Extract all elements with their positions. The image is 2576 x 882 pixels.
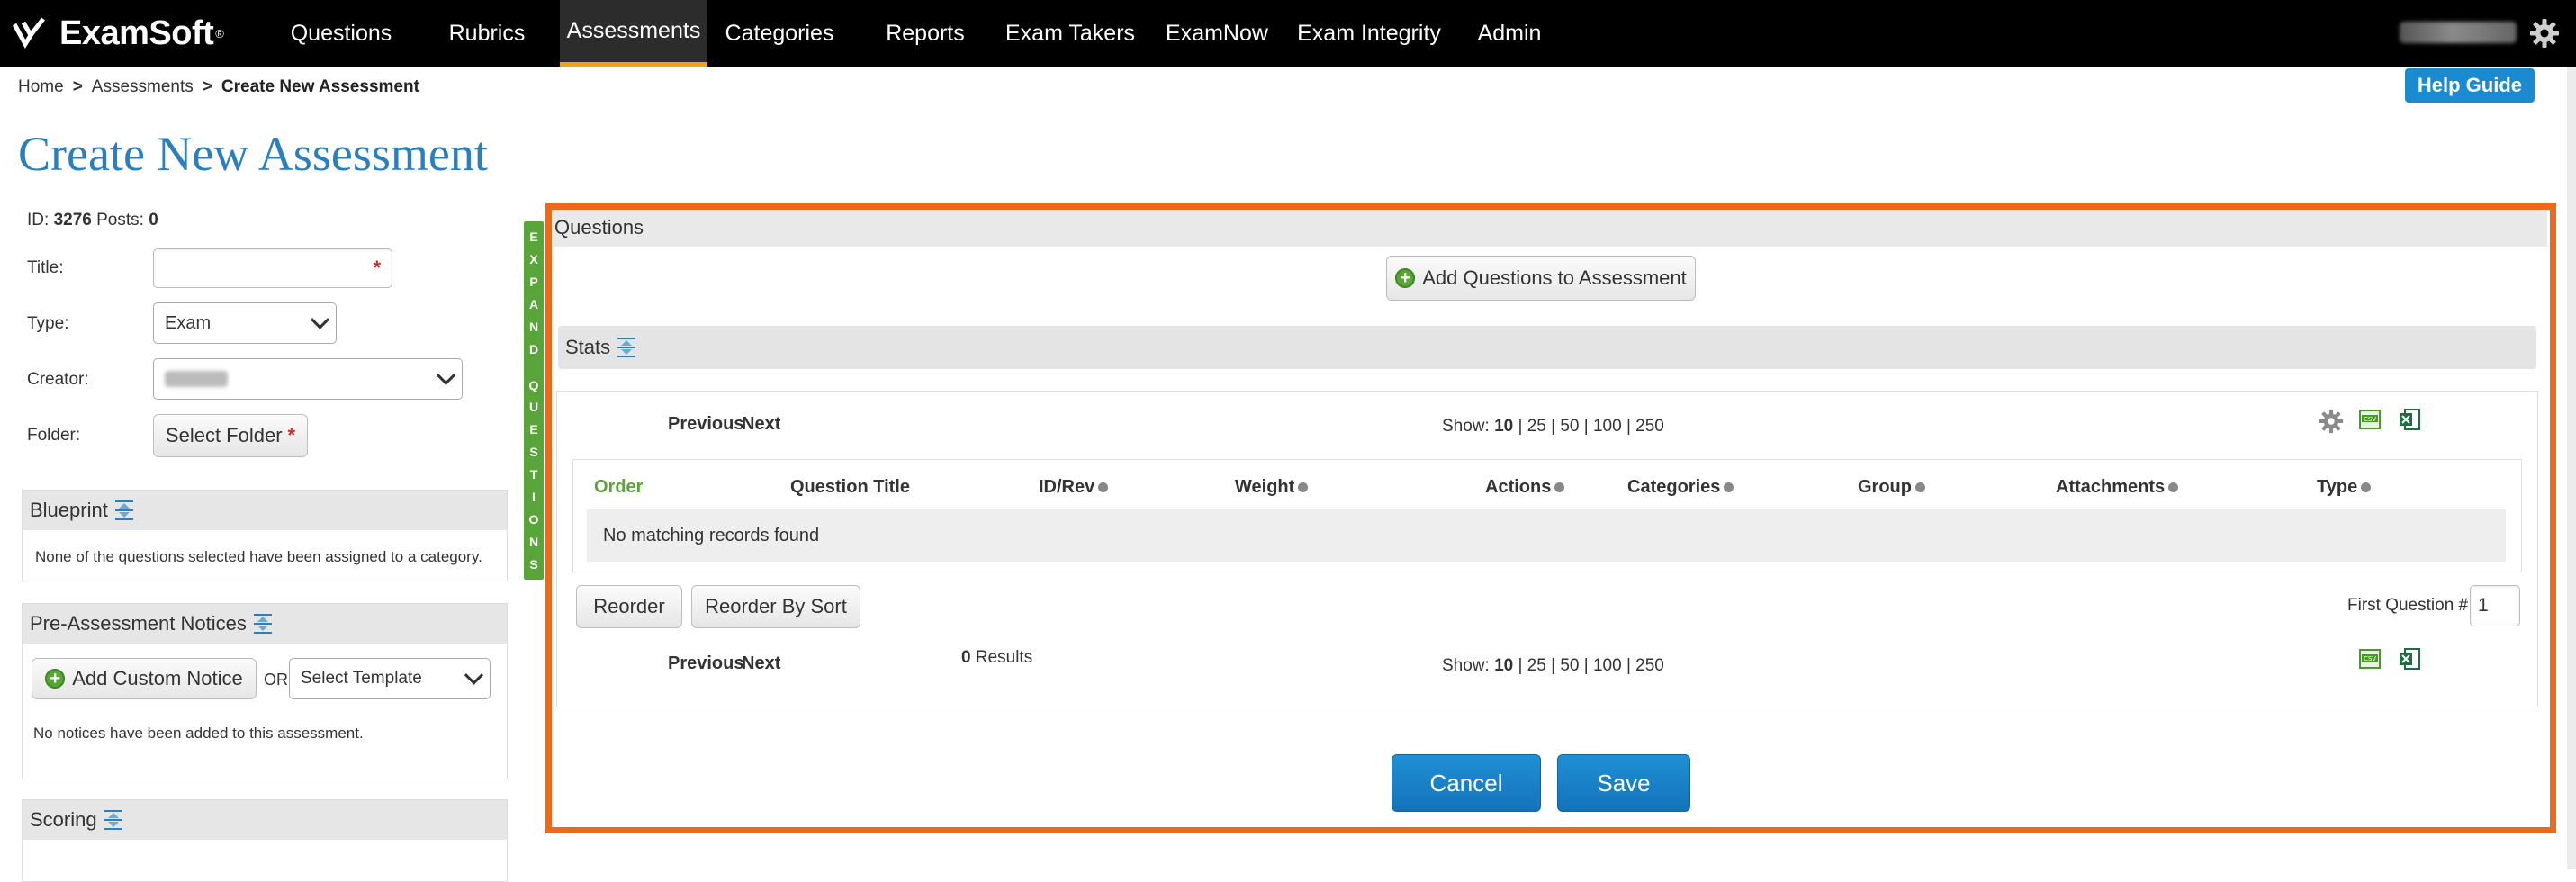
logo-check-icon [13,17,45,49]
nav-admin[interactable]: Admin [1471,0,1548,67]
pre-assessment-notices-panel: Pre-Assessment Notices + Add Custom Noti… [22,603,508,779]
select-template-dropdown[interactable]: Select Template [289,658,491,699]
breadcrumb-home[interactable]: Home [18,77,64,97]
or-label: OR [264,670,288,688]
add-custom-notice-button[interactable]: + Add Custom Notice [32,658,257,699]
breadcrumb-assessments[interactable]: Assessments [92,77,194,97]
notices-header[interactable]: Pre-Assessment Notices [23,604,507,644]
blueprint-message: None of the questions selected have been… [35,548,482,565]
nav-reports[interactable]: Reports [878,0,972,67]
strip-letter: Q [528,377,539,392]
chevron-down-icon [436,365,456,385]
required-star: * [287,424,296,446]
logo-text: ExamSoft [59,14,214,52]
blueprint-header[interactable]: Blueprint [23,490,507,530]
creator-name-blurred [165,371,228,387]
strip-letter: D [528,341,539,356]
required-star: * [373,256,381,279]
nav-exam-integrity[interactable]: Exam Integrity [1293,0,1446,67]
blueprint-panel: Blueprint None of the questions selected… [22,490,508,581]
chevron-down-icon [464,665,484,685]
creator-select[interactable] [153,358,463,400]
breadcrumb-separator: > [72,77,83,96]
folder-label: Folder: [27,426,81,445]
posts-value: 0 [149,211,158,230]
strip-letter: S [529,445,538,460]
strip-letter: O [528,512,539,527]
add-custom-notice-label: Add Custom Notice [72,667,243,689]
nav-questions[interactable]: Questions [284,0,398,67]
id-label: ID: [27,211,50,230]
page-right-edge [2567,67,2576,869]
nav-categories[interactable]: Categories [724,0,835,67]
template-select-value: Select Template [301,669,422,688]
select-folder-label: Select Folder [165,424,283,446]
collapse-icon[interactable] [113,500,135,520]
scoring-panel: Scoring [22,799,508,882]
nav-assessments[interactable]: Assessments [560,0,707,67]
collapse-icon[interactable] [252,614,274,634]
strip-letter: S [529,557,538,572]
scoring-header[interactable]: Scoring [23,800,507,840]
nav-examnow[interactable]: ExamNow [1165,0,1269,67]
type-select-value: Exam [165,312,212,333]
type-label: Type: [27,314,69,333]
strip-letter: P [529,274,538,289]
posts-label: Posts: [96,211,144,230]
strip-letter: U [528,400,539,415]
creator-label: Creator: [27,370,89,389]
blueprint-title: Blueprint [30,499,108,521]
strip-letter: A [528,296,539,311]
breadcrumb: Home > Assessments > Create New Assessme… [18,77,419,97]
notices-message: No notices have been added to this asses… [33,724,364,742]
strip-letter: I [532,490,536,505]
logo-trademark: ® [215,26,224,40]
id-value: 3276 [53,211,92,230]
help-guide-button[interactable]: Help Guide [2404,68,2535,103]
collapse-icon[interactable] [103,810,124,830]
strip-letter: E [529,422,538,437]
highlight-frame [545,203,2556,833]
notices-title: Pre-Assessment Notices [30,612,247,634]
strip-letter: N [528,319,539,334]
examsoft-logo[interactable]: ExamSoft ® [13,11,224,56]
nav-rubrics[interactable]: Rubrics [439,0,535,67]
gear-icon[interactable] [2529,18,2560,49]
page-title: Create New Assessment [18,127,488,181]
title-label: Title: [27,258,64,277]
id-posts-info: ID: 3276 Posts: 0 [27,211,158,230]
scoring-title: Scoring [30,808,97,831]
select-folder-button[interactable]: Select Folder * [153,414,308,457]
nav-exam-takers[interactable]: Exam Takers [1003,0,1138,67]
breadcrumb-separator: > [202,77,212,96]
user-name-blurred[interactable] [2400,22,2517,43]
plus-circle-icon: + [45,669,66,688]
strip-letter: E [529,229,538,244]
strip-letter: X [529,251,538,266]
chevron-down-icon [310,310,330,329]
title-input[interactable]: * [153,248,392,288]
strip-letter: N [528,535,539,550]
strip-letter: T [529,467,538,482]
expand-questions-tab[interactable]: E X P A N D Q U E S T I O N S [524,221,544,580]
type-select[interactable]: Exam [153,302,337,344]
breadcrumb-current: Create New Assessment [221,77,419,96]
